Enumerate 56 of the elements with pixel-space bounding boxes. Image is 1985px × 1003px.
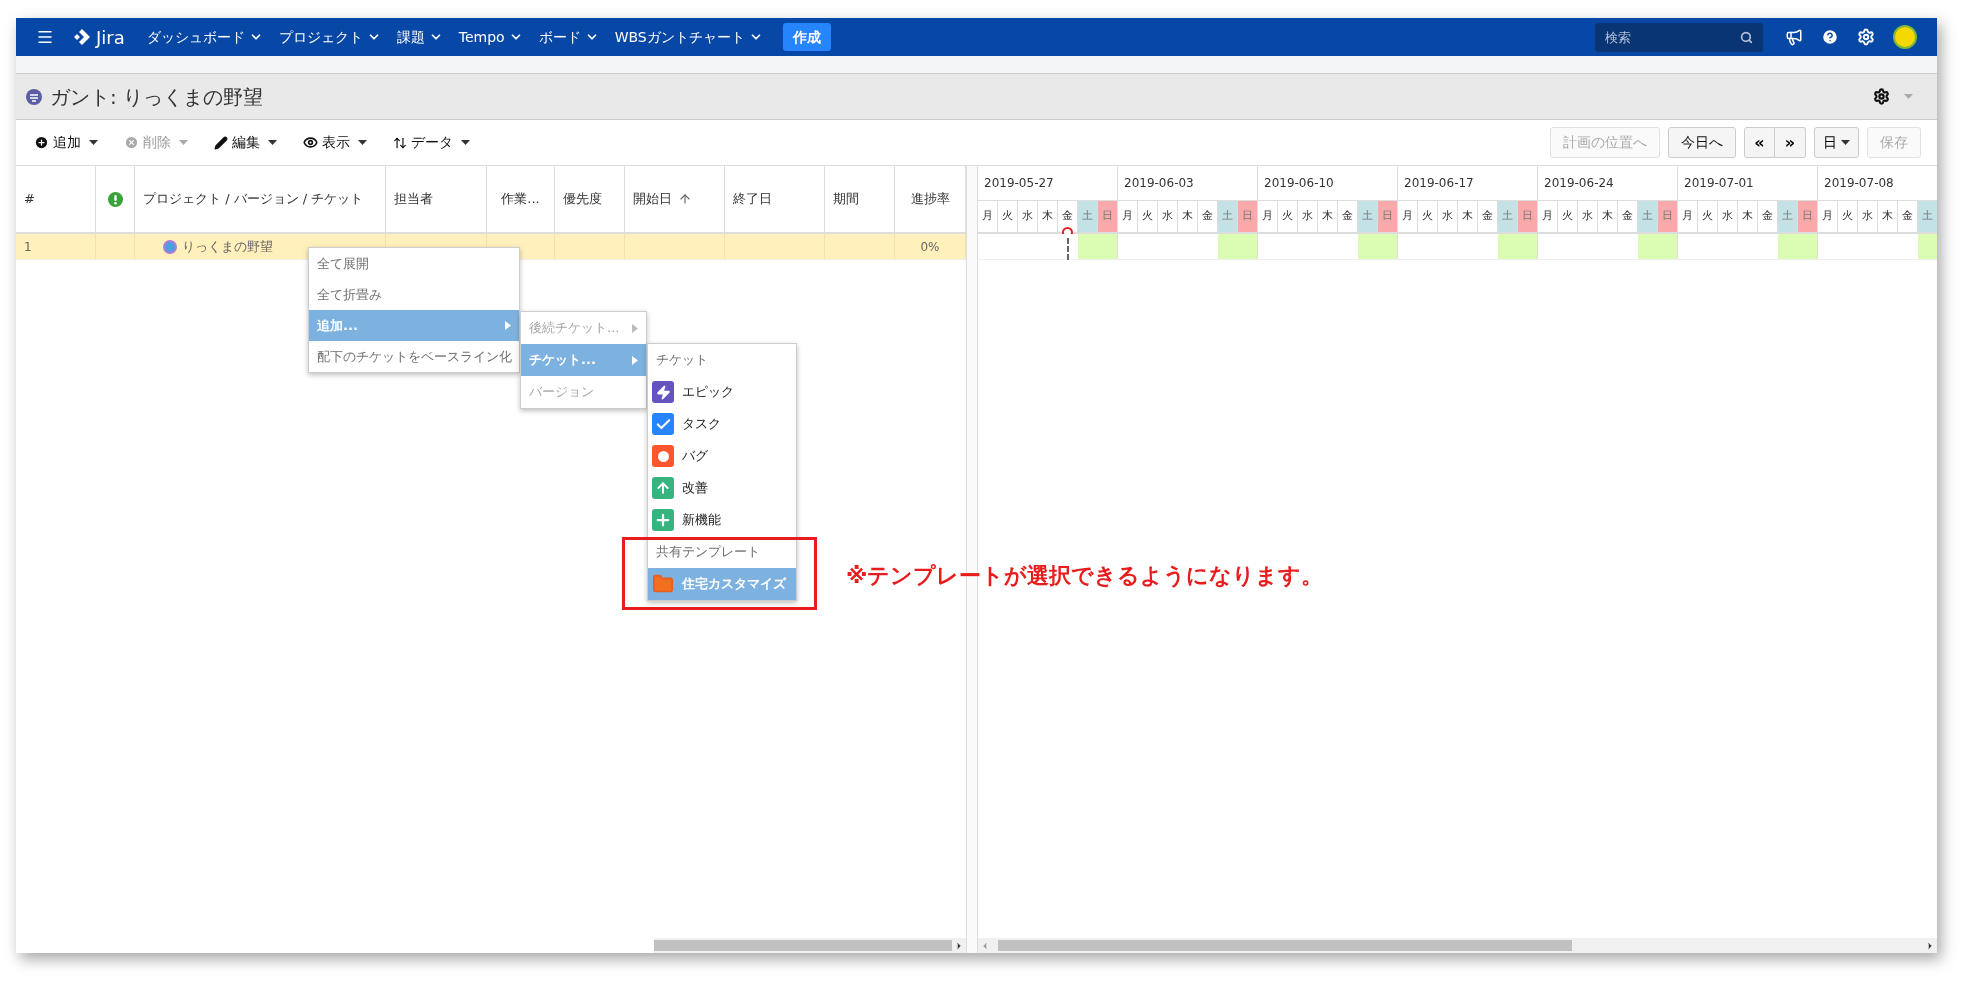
day-header: 日 bbox=[1238, 201, 1258, 232]
week-label: 2019-06-17 bbox=[1404, 175, 1474, 192]
day-header: 土 bbox=[1358, 201, 1378, 232]
day-header: 月 bbox=[1258, 201, 1278, 232]
day-header: 土 bbox=[1498, 201, 1518, 232]
day-header: 火 bbox=[1278, 201, 1298, 232]
week-label: 2019-06-10 bbox=[1264, 175, 1334, 192]
day-header: 月 bbox=[1678, 201, 1698, 232]
day-header: 水 bbox=[1298, 201, 1318, 232]
day-header: 火 bbox=[1838, 201, 1858, 232]
day-header: 火 bbox=[1558, 201, 1578, 232]
day-header: 土 bbox=[1638, 201, 1658, 232]
day-header: 日 bbox=[1658, 201, 1678, 232]
day-header: 木 bbox=[1738, 201, 1758, 232]
menu-section-header: 共有テンプレート bbox=[656, 543, 760, 562]
day-header: 水 bbox=[1018, 201, 1038, 232]
menu-section-header: チケット bbox=[656, 351, 708, 370]
week-label: 2019-05-27 bbox=[984, 175, 1054, 192]
day-header: 火 bbox=[998, 201, 1018, 232]
day-header: 水 bbox=[1718, 201, 1738, 232]
day-header: 日 bbox=[1518, 201, 1538, 232]
day-header: 土 bbox=[1778, 201, 1798, 232]
day-header: 水 bbox=[1578, 201, 1598, 232]
day-header: 土 bbox=[1078, 201, 1098, 232]
week-label: 2019-06-03 bbox=[1124, 175, 1194, 192]
day-header: 日 bbox=[1798, 201, 1818, 232]
week-label: 2019-06-24 bbox=[1544, 175, 1614, 192]
day-header: 月 bbox=[1538, 201, 1558, 232]
day-header: 木 bbox=[1598, 201, 1618, 232]
day-header: 水 bbox=[1438, 201, 1458, 232]
day-header: 木 bbox=[1878, 201, 1898, 232]
table-cell-text: りっくまの野望 bbox=[182, 237, 273, 256]
table-cell-text: 0% bbox=[920, 238, 940, 256]
day-header: 水 bbox=[1858, 201, 1878, 232]
annotation-text: ※テンプレートが選択できるようになります。 bbox=[846, 562, 1324, 590]
day-header: 木 bbox=[1038, 201, 1058, 232]
day-header: 水 bbox=[1158, 201, 1178, 232]
day-header: 日 bbox=[1098, 201, 1118, 232]
week-label: 2019-07-08 bbox=[1824, 175, 1894, 192]
day-header: 月 bbox=[1398, 201, 1418, 232]
day-header: 土 bbox=[1218, 201, 1238, 232]
day-header: 月 bbox=[978, 201, 998, 232]
page-title: ガント: りっくまの野望 bbox=[50, 83, 264, 111]
day-header: 月 bbox=[1118, 201, 1138, 232]
table-cell-text: 1 bbox=[24, 238, 32, 256]
day-header: 火 bbox=[1418, 201, 1438, 232]
day-header: 木 bbox=[1458, 201, 1478, 232]
day-header: 火 bbox=[1138, 201, 1158, 232]
day-header: 土 bbox=[1918, 201, 1937, 232]
day-header: 木 bbox=[1318, 201, 1338, 232]
day-header: 木 bbox=[1178, 201, 1198, 232]
week-label: 2019-07-01 bbox=[1684, 175, 1754, 192]
day-header: 日 bbox=[1378, 201, 1398, 232]
day-header: 火 bbox=[1698, 201, 1718, 232]
day-header: 月 bbox=[1818, 201, 1838, 232]
logo-text: Jira bbox=[96, 25, 125, 50]
